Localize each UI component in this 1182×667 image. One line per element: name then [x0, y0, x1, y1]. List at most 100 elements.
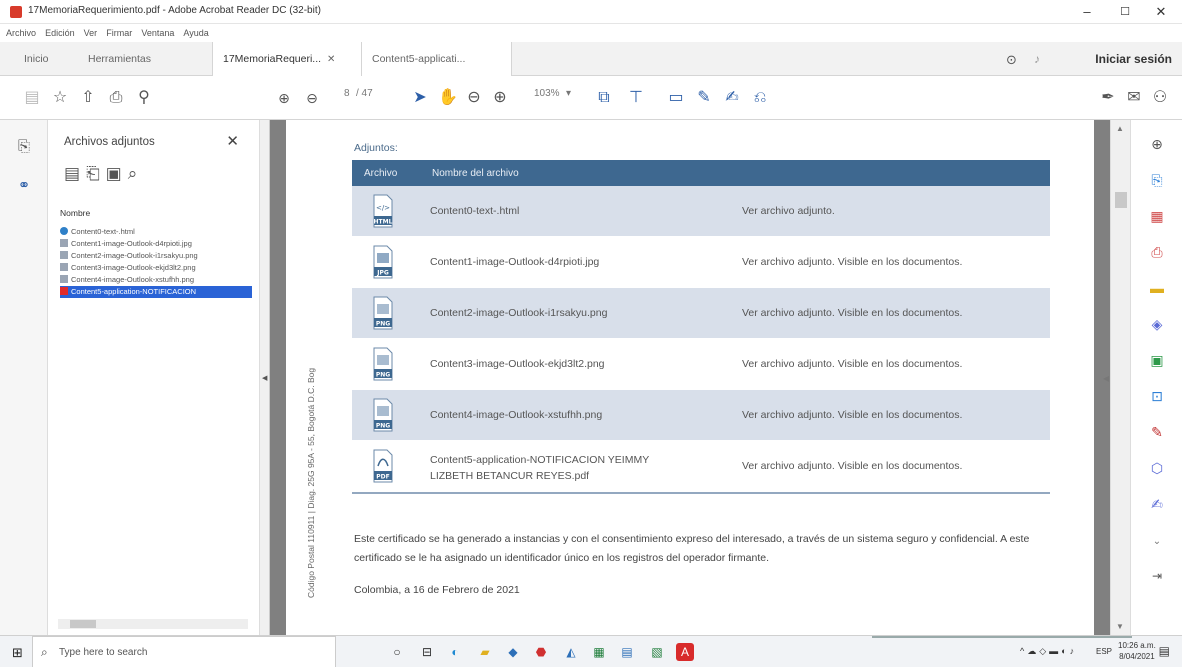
select-cursor-icon[interactable]: ➤: [408, 86, 432, 110]
page-up-icon[interactable]: ⊕: [272, 86, 296, 110]
document-viewport[interactable]: Código Postal 110911 | Diag. 25G 95A - 5…: [270, 120, 1110, 635]
bookmark-star-icon[interactable]: ☆: [48, 86, 72, 110]
file-link[interactable]: Ver archivo adjunto. Visible en los docu…: [742, 409, 962, 421]
scroll-down-arrow-icon[interactable]: ▼: [1116, 622, 1124, 631]
fill-sign-tool-icon[interactable]: ✎: [1147, 422, 1167, 442]
add-attachment-icon[interactable]: ⎗: [86, 164, 106, 183]
page-number-input[interactable]: 8: [344, 88, 350, 99]
app-shield-icon[interactable]: ⬣: [532, 643, 550, 661]
close-window-button[interactable]: ✕: [1144, 2, 1178, 22]
collapse-tools-icon[interactable]: ⇥: [1147, 566, 1167, 586]
tab-close-icon[interactable]: ✕: [327, 54, 335, 65]
attachment-list-item-selected[interactable]: Content5-application-NOTIFICACION: [60, 286, 252, 298]
sign-in-button[interactable]: Iniciar sesión: [1095, 42, 1172, 76]
clock[interactable]: 10:26 a.m. 8/04/2021: [1118, 640, 1156, 662]
menu-ayuda[interactable]: Ayuda: [183, 24, 208, 42]
panel-collapse-handle[interactable]: ◀: [260, 120, 270, 635]
create-pdf-tool-icon[interactable]: ⎙: [1147, 242, 1167, 262]
attachments-column-name[interactable]: Nombre: [60, 208, 90, 218]
tab-document-1[interactable]: 17MemoriaRequeri... ✕: [212, 42, 362, 76]
file-link[interactable]: Ver archivo adjunto. Visible en los docu…: [742, 307, 962, 319]
table-row[interactable]: PNG Content3-image-Outlook-ekjd3lt2.png …: [352, 339, 1050, 390]
protect-icon[interactable]: ⬡: [1147, 458, 1167, 478]
combine-files-icon[interactable]: ◈: [1147, 314, 1167, 334]
table-row[interactable]: PNG Content2-image-Outlook-i1rsakyu.png …: [352, 288, 1050, 339]
comment-icon[interactable]: ▭: [664, 86, 688, 110]
panel-scroll-thumb[interactable]: [70, 620, 96, 628]
zoom-level-select[interactable]: 103%: [534, 88, 560, 99]
create-pdf-icon[interactable]: ▤: [20, 86, 44, 110]
tab-document-2[interactable]: Content5-applicati...: [362, 42, 512, 76]
highlight-pen-icon[interactable]: ✎: [692, 86, 716, 110]
language-indicator[interactable]: ESP: [1096, 647, 1112, 656]
expand-right-arrow-icon[interactable]: ◀: [1103, 374, 1109, 383]
edge-browser-icon[interactable]: ◐: [446, 643, 464, 661]
table-row[interactable]: JPG Content1-image-Outlook-d4rpioti.jpg …: [352, 237, 1050, 288]
fill-sign-icon[interactable]: ✍: [720, 86, 744, 110]
scroll-up-arrow-icon[interactable]: ▲: [1116, 124, 1124, 133]
menu-ventana[interactable]: Ventana: [141, 24, 174, 42]
app-generic-icon[interactable]: ◭: [562, 643, 580, 661]
search-zoom-icon[interactable]: ⊕: [1147, 134, 1167, 154]
sheet-app-icon[interactable]: ▧: [648, 643, 666, 661]
zoom-dropdown-arrow[interactable]: ▾: [566, 88, 571, 99]
panel-horizontal-scrollbar[interactable]: [58, 619, 248, 629]
options-menu-icon[interactable]: ▤: [64, 164, 86, 183]
search-attachment-icon[interactable]: ⌕: [128, 164, 144, 183]
zoom-search-icon[interactable]: ⚲: [132, 86, 156, 110]
compress-pdf-icon[interactable]: ▣: [1147, 350, 1167, 370]
excel-icon[interactable]: ▦: [590, 643, 608, 661]
tab-herramientas[interactable]: Herramientas: [78, 42, 161, 76]
task-view-icon[interactable]: ⊟: [418, 643, 436, 661]
menu-edicion[interactable]: Edición: [45, 24, 75, 42]
file-link[interactable]: Ver archivo adjunto. Visible en los docu…: [742, 358, 962, 370]
document-vertical-scrollbar[interactable]: ▲ ◀ ▼: [1103, 120, 1130, 635]
share-people-icon[interactable]: ⚇: [1148, 86, 1172, 110]
table-row[interactable]: </> HTML Content0-text-.html Ver archivo…: [352, 186, 1050, 237]
menu-ver[interactable]: Ver: [84, 24, 98, 42]
attachment-list-item[interactable]: Content0-text-.html: [60, 226, 254, 238]
menu-firmar[interactable]: Firmar: [106, 24, 132, 42]
table-row[interactable]: PDF Content5-application-NOTIFICACION YE…: [352, 441, 1050, 492]
share-icon[interactable]: ⇧: [76, 86, 100, 110]
system-tray-icons[interactable]: ^☁◇▬◐♪: [1020, 646, 1077, 657]
attachments-paperclip-icon[interactable]: ⚭: [14, 176, 34, 196]
notifications-icon[interactable]: ▤: [1159, 644, 1170, 658]
request-signature-icon[interactable]: ✍: [1147, 494, 1167, 514]
scroll-thumb[interactable]: [1115, 192, 1127, 208]
zoom-out-icon[interactable]: ⊖: [462, 86, 486, 110]
scroll-mode-icon[interactable]: ⊤: [624, 86, 648, 110]
minimize-button[interactable]: –: [1070, 2, 1104, 22]
hand-tool-icon[interactable]: ✋: [436, 86, 460, 110]
stamp-icon[interactable]: ⎌: [748, 86, 772, 110]
table-row[interactable]: PNG Content4-image-Outlook-xstufhh.png V…: [352, 390, 1050, 441]
maximize-button[interactable]: ☐: [1108, 2, 1142, 22]
file-link[interactable]: Ver archivo adjunto.: [742, 205, 835, 217]
signature-icon[interactable]: ✒: [1096, 86, 1120, 110]
attachment-list-item[interactable]: Content1-image-Outlook-d4rpioti.jpg: [60, 238, 254, 250]
cortana-icon[interactable]: ○: [388, 643, 406, 661]
store-icon[interactable]: ◆: [504, 643, 522, 661]
close-panel-icon[interactable]: ✕: [226, 132, 239, 150]
attachment-list-item[interactable]: Content3-image-Outlook-ekjd3lt2.png: [60, 262, 254, 274]
menu-archivo[interactable]: Archivo: [6, 24, 36, 42]
taskbar-search-box[interactable]: ⌕ Type here to search: [32, 636, 336, 667]
file-link[interactable]: Ver archivo adjunto. Visible en los docu…: [742, 256, 962, 268]
file-explorer-icon[interactable]: ▰: [476, 643, 494, 661]
pages-thumbnail-icon[interactable]: ⎘: [14, 138, 34, 158]
windows-start-icon[interactable]: ⊞: [12, 645, 23, 661]
attachment-list-item[interactable]: Content4-image-Outlook-xstufhh.png: [60, 274, 254, 286]
more-tools-chevron-icon[interactable]: ⌄: [1147, 532, 1167, 552]
attachment-list-item[interactable]: Content2-image-Outlook-i1rsakyu.png: [60, 250, 254, 262]
comment-tool-icon[interactable]: ▬: [1147, 278, 1167, 298]
acrobat-taskbar-icon[interactable]: A: [676, 643, 694, 661]
bell-icon[interactable]: ♪: [1034, 52, 1040, 66]
edit-pdf-icon[interactable]: ⊡: [1147, 386, 1167, 406]
notes-icon[interactable]: ▤: [618, 643, 636, 661]
file-link[interactable]: Ver archivo adjunto. Visible en los docu…: [742, 460, 962, 472]
print-icon[interactable]: ⎙: [104, 86, 128, 110]
help-icon[interactable]: ⊙: [1006, 52, 1017, 68]
zoom-in-icon[interactable]: ⊕: [488, 86, 512, 110]
email-icon[interactable]: ✉: [1122, 86, 1146, 110]
organize-pages-icon[interactable]: ▦: [1147, 206, 1167, 226]
